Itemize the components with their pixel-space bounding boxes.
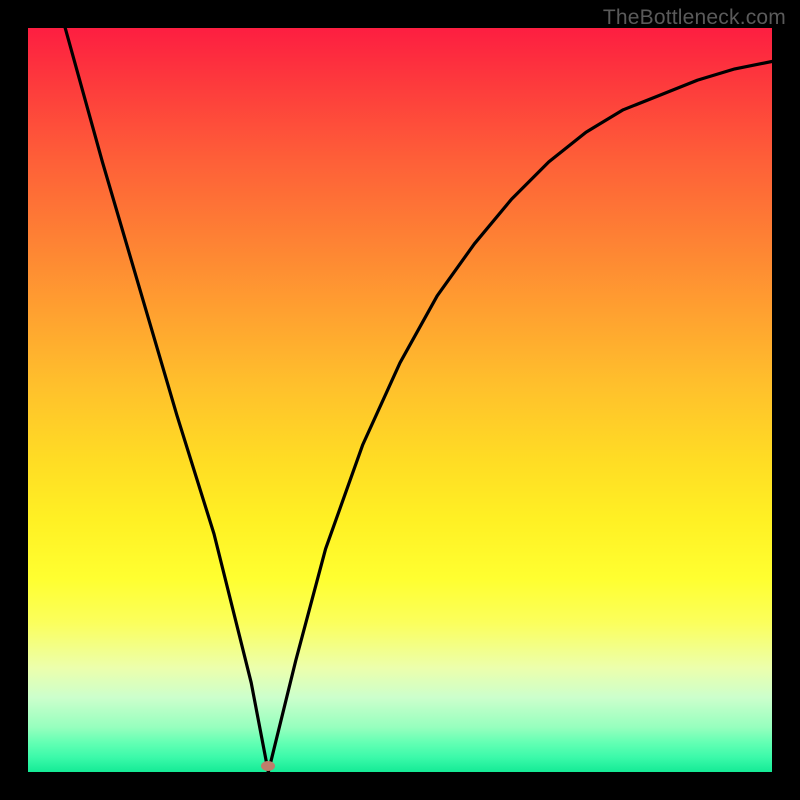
- watermark-label: TheBottleneck.com: [603, 6, 786, 30]
- bottleneck-curve: [28, 28, 772, 772]
- chart-frame: TheBottleneck.com: [0, 0, 800, 800]
- optimum-marker: [261, 761, 275, 771]
- plot-area: [28, 28, 772, 772]
